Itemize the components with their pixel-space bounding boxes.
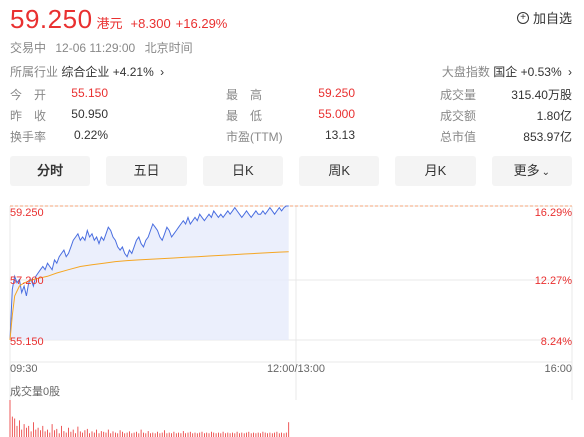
intraday-chart: 59.250 57.200 55.150 16.29% 12.27% 8.24% 09:30… [9,205,573,437]
y-tick-left: 55.150 [10,336,44,348]
y-tick-left: 57.200 [10,275,44,287]
x-tick: 16:00 [544,363,572,375]
x-tick: 12:00/13:00 [267,363,325,375]
price-area [10,206,289,340]
y-tick-right: 12.27% [535,275,573,287]
y-tick-left: 59.250 [10,207,44,219]
volume-label: 成交量0股 [10,384,60,398]
x-tick: 09:30 [10,363,38,375]
y-tick-right: 16.29% [535,207,573,219]
y-tick-right: 8.24% [541,336,572,348]
